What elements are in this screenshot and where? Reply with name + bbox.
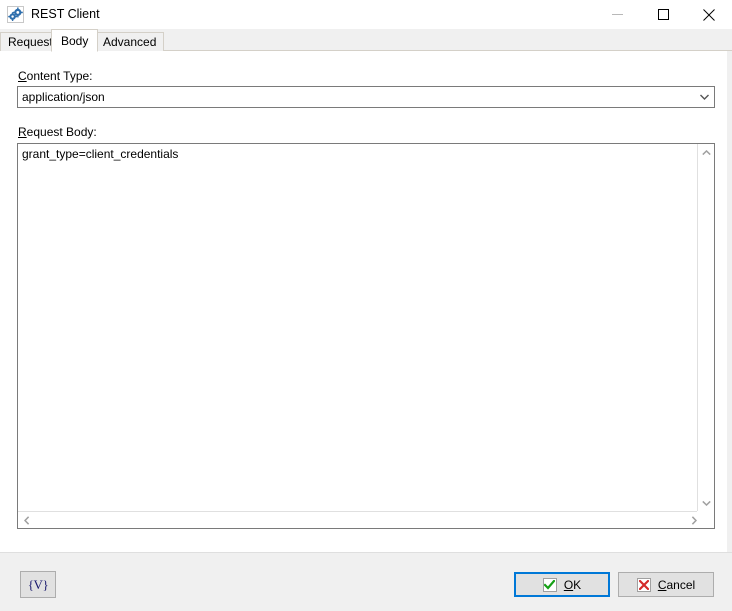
panel-right-edge xyxy=(727,51,732,552)
close-icon[interactable] xyxy=(686,0,732,29)
chevron-left-icon[interactable] xyxy=(18,512,35,529)
tab-strip: Request Body Advanced xyxy=(0,29,732,52)
content-type-label-rest: ontent Type: xyxy=(26,69,93,83)
request-body-label: Request Body: xyxy=(18,125,97,139)
minimize-icon[interactable] xyxy=(594,0,640,29)
gears-icon xyxy=(7,6,24,23)
tab-body-label: Body xyxy=(61,33,89,48)
variables-close-brace: } xyxy=(42,576,49,592)
content-type-label-mnemonic: C xyxy=(18,69,27,83)
tab-advanced[interactable]: Advanced xyxy=(95,32,165,51)
content-type-label: Content Type: xyxy=(18,69,93,83)
title-bar: REST Client xyxy=(0,0,732,29)
request-body-value: grant_type=client_credentials xyxy=(22,147,179,161)
maximize-icon[interactable] xyxy=(640,0,686,29)
vertical-scrollbar[interactable] xyxy=(697,144,714,511)
cancel-label-rest: ancel xyxy=(666,577,696,592)
cancel-button-label: Cancel xyxy=(658,578,695,592)
tab-body[interactable]: Body xyxy=(51,29,99,52)
green-check-icon xyxy=(542,577,557,592)
rest-client-dialog: REST Client Request Body Advanced Conten… xyxy=(0,0,732,611)
content-type-combobox[interactable]: application/json xyxy=(17,86,715,108)
scrollbar-corner xyxy=(697,511,714,528)
variables-button[interactable]: {V} xyxy=(20,571,56,598)
ok-label-rest: K xyxy=(573,577,582,592)
ok-button-label: OK xyxy=(564,578,581,592)
tab-request-label: Request xyxy=(8,35,53,49)
request-body-textarea[interactable]: grant_type=client_credentials xyxy=(17,143,715,529)
variables-button-label: {V} xyxy=(28,576,49,593)
ok-label-mnemonic: O xyxy=(563,577,574,592)
request-body-label-mnemonic: R xyxy=(18,125,27,139)
red-x-icon xyxy=(636,577,651,592)
window-title: REST Client xyxy=(31,7,100,21)
chevron-up-icon[interactable] xyxy=(698,144,715,161)
chevron-down-icon[interactable] xyxy=(695,87,714,107)
cancel-button[interactable]: Cancel xyxy=(618,572,714,597)
tab-advanced-label: Advanced xyxy=(103,35,157,49)
request-body-label-rest: equest Body: xyxy=(26,125,97,139)
content-type-value: application/json xyxy=(22,90,105,104)
chevron-down-icon[interactable] xyxy=(698,494,715,511)
window-controls xyxy=(594,0,732,29)
horizontal-scrollbar[interactable] xyxy=(18,511,702,528)
ok-button[interactable]: OK xyxy=(514,572,610,597)
